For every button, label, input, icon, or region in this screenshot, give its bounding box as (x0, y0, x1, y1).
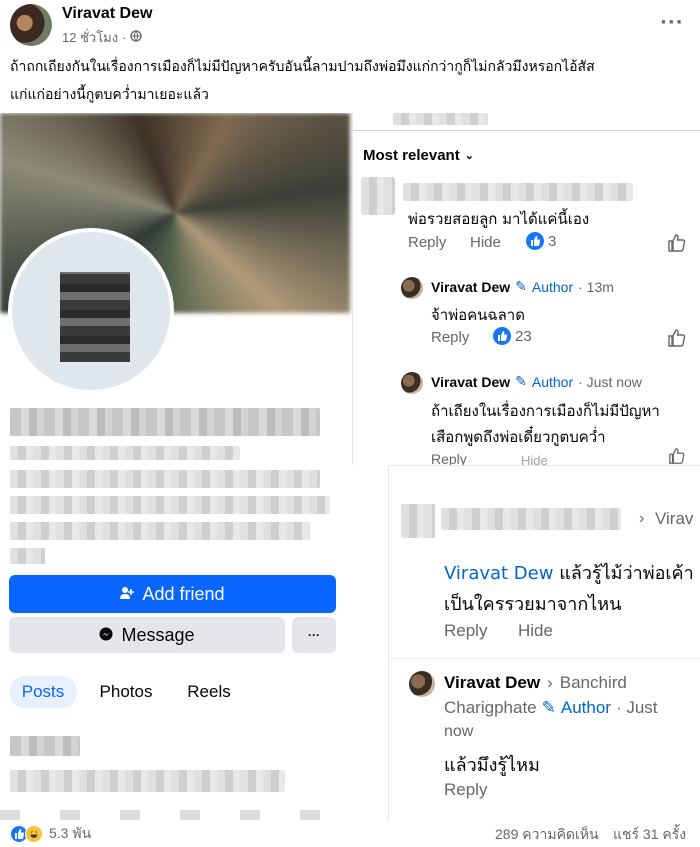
reply-to-chevron-icon: › (547, 673, 553, 692)
lower-reply-time-cont: now (444, 723, 474, 740)
lower-reply-header-line1: Viravat Dew › Banchird (444, 673, 627, 693)
author-pencil-icon: ✎ (515, 373, 527, 389)
profile-picture (8, 228, 174, 394)
reply1-header: Viravat Dew ✎ Author · 13m (431, 278, 614, 295)
add-friend-label: Add friend (142, 583, 225, 604)
lower-reply-reply-link[interactable]: Reply (444, 780, 487, 800)
post-time[interactable]: 12 ชั่วโมง (62, 27, 118, 48)
blurred-commenter-name (441, 508, 621, 530)
comment-count-link[interactable]: 289 ความคิดเห็น (495, 824, 599, 846)
lower-divider (389, 658, 700, 659)
haha-reaction-icon (25, 825, 43, 843)
post-author-name[interactable]: Viravat Dew (62, 5, 152, 23)
comment1-hide-link[interactable]: Hide (470, 234, 501, 251)
top-divider (353, 130, 700, 131)
reply1-author-name[interactable]: Viravat Dew (431, 279, 510, 295)
reply2-text-line2: เสือกพูดถึงพ่อเดี๋ยวกูตบคว่ำ (431, 428, 606, 446)
reply1-time[interactable]: · 13m (578, 279, 614, 295)
blurred-section-title (10, 736, 80, 756)
reply2-text-line1: ถ้าเถียงในเรื่องการเมืองก็ไม่มีปัญหา (431, 402, 660, 420)
comments-panel: Most relevant ⌄ พ่อรวยสอยลูก มาได้แค่นี้… (352, 113, 700, 468)
lower-comment-hide-link[interactable]: Hide (518, 621, 553, 641)
tab-reels[interactable]: Reels (178, 676, 240, 708)
share-count-link[interactable]: แชร์ 31 ครั้ง (613, 824, 686, 846)
lower-reply-avatar[interactable] (409, 671, 435, 697)
add-friend-button[interactable]: Add friend (9, 575, 336, 613)
reply1-author-badge: Author (531, 278, 574, 295)
reply2-avatar[interactable] (401, 372, 423, 394)
blurred-bio-4 (10, 548, 45, 564)
author-pencil-icon: ✎ (515, 278, 527, 294)
reply2-author-name[interactable]: Viravat Dew (431, 374, 510, 390)
sort-label: Most relevant (363, 147, 460, 164)
tab-photos[interactable]: Photos (90, 676, 162, 708)
reply1-reply-link[interactable]: Reply (431, 329, 469, 346)
profile-screenshot: Add friend Message ··· Posts Photos Reel… (0, 113, 350, 820)
reply1-like-count: 23 (515, 327, 532, 345)
post-timestamp[interactable]: 12 ชั่วโมง · (62, 27, 143, 48)
lower-comments-panel: › Virav Viravat Dew แล้วรู้ไม้ว่าพ่อเค้า… (388, 465, 700, 820)
comment1-reply-link[interactable]: Reply (408, 234, 446, 251)
reactions-summary[interactable]: 5.3 พัน (10, 823, 91, 845)
bottom-nav-strip (0, 810, 350, 820)
lower-reply-to-name[interactable]: Banchird (560, 673, 627, 693)
lower-reply-text: แล้วมึงรู้ไหม (444, 755, 540, 776)
separator: · (122, 30, 127, 45)
commenter-name-blurred (403, 183, 633, 201)
lower-reply-time[interactable]: · Just (616, 698, 658, 718)
message-button[interactable]: Message (9, 617, 285, 653)
messenger-icon (99, 625, 113, 646)
like-reaction-icon (526, 232, 544, 250)
post-image[interactable]: Add friend Message ··· Posts Photos Reel… (0, 113, 700, 820)
blurred-bio-3 (10, 522, 310, 540)
reply1-like-button[interactable] (667, 328, 687, 348)
reply1-avatar[interactable] (401, 277, 423, 299)
commenter-avatar-blurred (361, 177, 395, 215)
lower-comment-mention[interactable]: Viravat Dew (444, 563, 553, 584)
lower-comment-reply-link[interactable]: Reply (444, 621, 487, 641)
lower-comment-line2: เป็นใครรวยมาจากไหน (444, 594, 622, 615)
post-more-options-button[interactable]: ··· (660, 12, 684, 33)
blurred-name (10, 408, 320, 436)
lower-header-chevron: › (639, 510, 645, 527)
blurred-bio-1 (10, 470, 320, 488)
reply2-author-badge: Author (531, 373, 574, 390)
like-reaction-icon (493, 327, 511, 345)
lower-header-partial-name: Virav (655, 509, 694, 528)
blurred-top-strip (393, 113, 488, 125)
lower-reply-author-name[interactable]: Viravat Dew (444, 673, 540, 693)
comment1-like-count: 3 (548, 232, 557, 250)
lower-reply-header-line2: Charigphate ✎ Author · Just (444, 698, 658, 718)
comment1-like-button[interactable] (667, 233, 687, 253)
sort-comments-dropdown[interactable]: Most relevant ⌄ (363, 147, 474, 164)
comment1-text: พ่อรวยสอยลูก มาได้แค่นี้เอง (408, 210, 590, 228)
add-friend-icon (120, 584, 135, 605)
blurred-section-text (10, 770, 285, 792)
reply2-like-button[interactable] (667, 447, 687, 465)
author-pencil-icon: ✎ (541, 698, 556, 717)
lower-comment-line1: Viravat Dew แล้วรู้ไม้ว่าพ่อเค้า (444, 558, 694, 587)
post-author-avatar[interactable] (10, 4, 52, 46)
blurred-subtitle (10, 446, 240, 460)
profile-more-button[interactable]: ··· (292, 617, 336, 653)
lower-reply-author-badge: Author (560, 698, 611, 717)
blurred-avatar (401, 504, 435, 538)
message-label: Message (121, 624, 195, 645)
comment1-like-reaction: 3 (526, 232, 556, 250)
chevron-down-icon: ⌄ (464, 150, 474, 162)
reply2-time[interactable]: · Just now (578, 374, 642, 390)
reply1-like-reaction: 23 (493, 327, 532, 345)
post-text: ถ้าถกเถียงกันในเรื่องการเมืองก็ไม่มีปัญห… (10, 59, 595, 103)
reply2-header: Viravat Dew ✎ Author · Just now (431, 373, 642, 390)
tab-posts[interactable]: Posts (9, 676, 77, 708)
reaction-count: 5.3 พัน (49, 825, 92, 841)
public-globe-icon (130, 30, 143, 45)
lower-comment-text: แล้วรู้ไม้ว่าพ่อเค้า (553, 563, 694, 584)
lower-reply-to-name-cont[interactable]: Charigphate (444, 698, 537, 718)
reply1-text: จ้าพ่อคนฉลาด (431, 306, 525, 324)
blurred-bio-2 (10, 496, 330, 514)
